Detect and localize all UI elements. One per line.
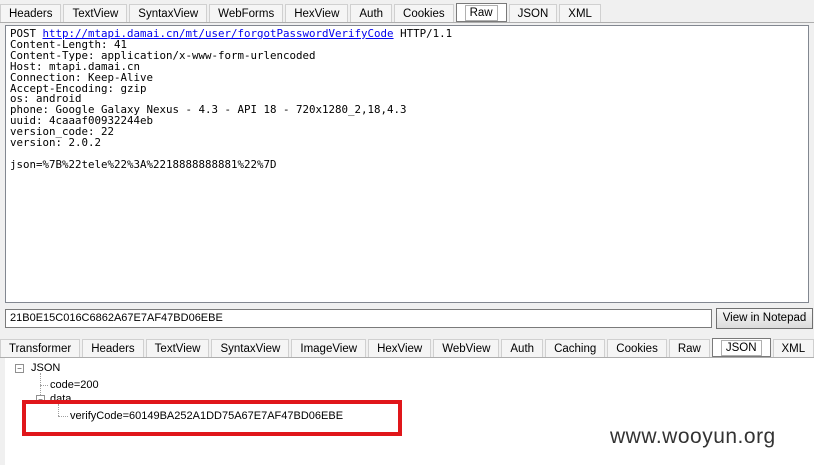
tab-transformer[interactable]: Transformer	[0, 339, 81, 357]
tree-connector	[40, 385, 48, 386]
raw-request-view[interactable]: POST http://mtapi.damai.cn/mt/user/forgo…	[5, 25, 809, 303]
tab-webforms[interactable]: WebForms	[209, 4, 284, 22]
tab-resp-imageview[interactable]: ImageView	[291, 339, 367, 357]
raw-request-text: POST http://mtapi.damai.cn/mt/user/forgo…	[6, 26, 808, 174]
request-headers-body: Content-Length: 41 Content-Type: applica…	[10, 37, 407, 171]
tab-resp-textview[interactable]: TextView	[145, 339, 210, 357]
tab-resp-cookies[interactable]: Cookies	[607, 339, 667, 357]
tab-hexview[interactable]: HexView	[285, 4, 349, 22]
highlight-annotation-box	[22, 400, 402, 436]
tab-resp-headers[interactable]: Headers	[82, 339, 144, 357]
tab-json[interactable]: JSON	[508, 4, 558, 22]
tree-node-code[interactable]: code=200	[50, 379, 99, 391]
watermark: www.wooyun.org	[610, 425, 776, 448]
tab-auth[interactable]: Auth	[350, 4, 393, 22]
tab-resp-webview[interactable]: WebView	[433, 339, 500, 357]
tab-resp-auth[interactable]: Auth	[501, 339, 544, 357]
tab-raw-label: Raw	[464, 5, 498, 21]
tab-cookies[interactable]: Cookies	[394, 4, 454, 22]
tab-syntaxview[interactable]: SyntaxView	[129, 4, 208, 22]
tab-resp-hexview[interactable]: HexView	[368, 339, 432, 357]
tab-resp-json-label: JSON	[720, 340, 762, 356]
collapse-icon[interactable]: −	[15, 364, 24, 373]
tree-node-root[interactable]: JSON	[31, 362, 60, 374]
response-inspector-tabs: Transformer Headers TextView SyntaxView …	[0, 335, 814, 358]
tab-raw[interactable]: Raw	[455, 3, 507, 22]
tab-resp-raw[interactable]: Raw	[668, 339, 710, 357]
tab-resp-syntaxview[interactable]: SyntaxView	[211, 339, 290, 357]
request-http-version: HTTP/1.1	[400, 27, 453, 40]
tab-resp-json[interactable]: JSON	[711, 338, 771, 357]
tab-xml[interactable]: XML	[559, 4, 601, 22]
tab-resp-caching[interactable]: Caching	[545, 339, 606, 357]
hash-input[interactable]: 21B0E15C016C6862A67E7AF47BD06EBE	[5, 309, 712, 328]
tab-headers[interactable]: Headers	[0, 4, 62, 22]
tab-textview[interactable]: TextView	[63, 4, 128, 22]
view-in-notepad-button[interactable]: View in Notepad	[716, 308, 813, 329]
tab-resp-xml[interactable]: XML	[772, 339, 814, 357]
request-inspector-tabs: Headers TextView SyntaxView WebForms Hex…	[0, 0, 814, 23]
